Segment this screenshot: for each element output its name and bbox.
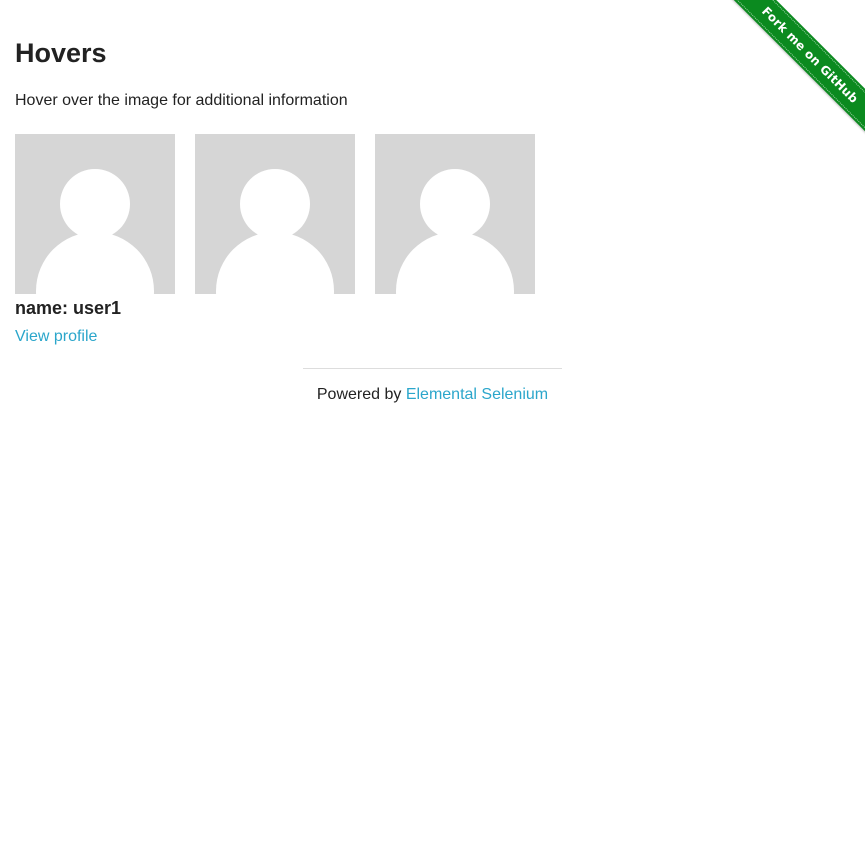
avatar-body-shape xyxy=(396,232,514,294)
elemental-selenium-link[interactable]: Elemental Selenium xyxy=(406,386,548,403)
figure-user1[interactable]: name: user1 View profile xyxy=(15,134,175,345)
avatar-head-shape xyxy=(420,169,490,239)
user-avatar-icon[interactable] xyxy=(375,134,535,294)
user-avatar-icon[interactable] xyxy=(195,134,355,294)
footer-divider xyxy=(303,368,562,369)
figure-user2[interactable] xyxy=(195,134,355,294)
avatar-head-shape xyxy=(240,169,310,239)
page-subtitle: Hover over the image for additional info… xyxy=(15,92,348,109)
figure-caption: name: user1 View profile xyxy=(15,296,215,346)
github-ribbon-container: Fork me on GitHub xyxy=(716,0,865,149)
user-avatar-icon[interactable] xyxy=(15,134,175,294)
page-footer: Powered by Elemental Selenium xyxy=(0,386,865,404)
avatar-body-shape xyxy=(36,232,154,294)
avatar-body-shape xyxy=(216,232,334,294)
page: Fork me on GitHub Hovers Hover over the … xyxy=(0,0,865,862)
footer-prefix: Powered by xyxy=(316,386,406,403)
figure-list: name: user1 View profile xyxy=(15,134,535,345)
fork-me-on-github-ribbon[interactable]: Fork me on GitHub xyxy=(728,0,865,137)
avatar-head-shape xyxy=(60,169,130,239)
page-title: Hovers xyxy=(15,38,107,68)
figure-user3[interactable] xyxy=(375,134,535,294)
figure-user-name: name: user1 xyxy=(15,298,122,318)
view-profile-link[interactable]: View profile xyxy=(15,328,215,346)
